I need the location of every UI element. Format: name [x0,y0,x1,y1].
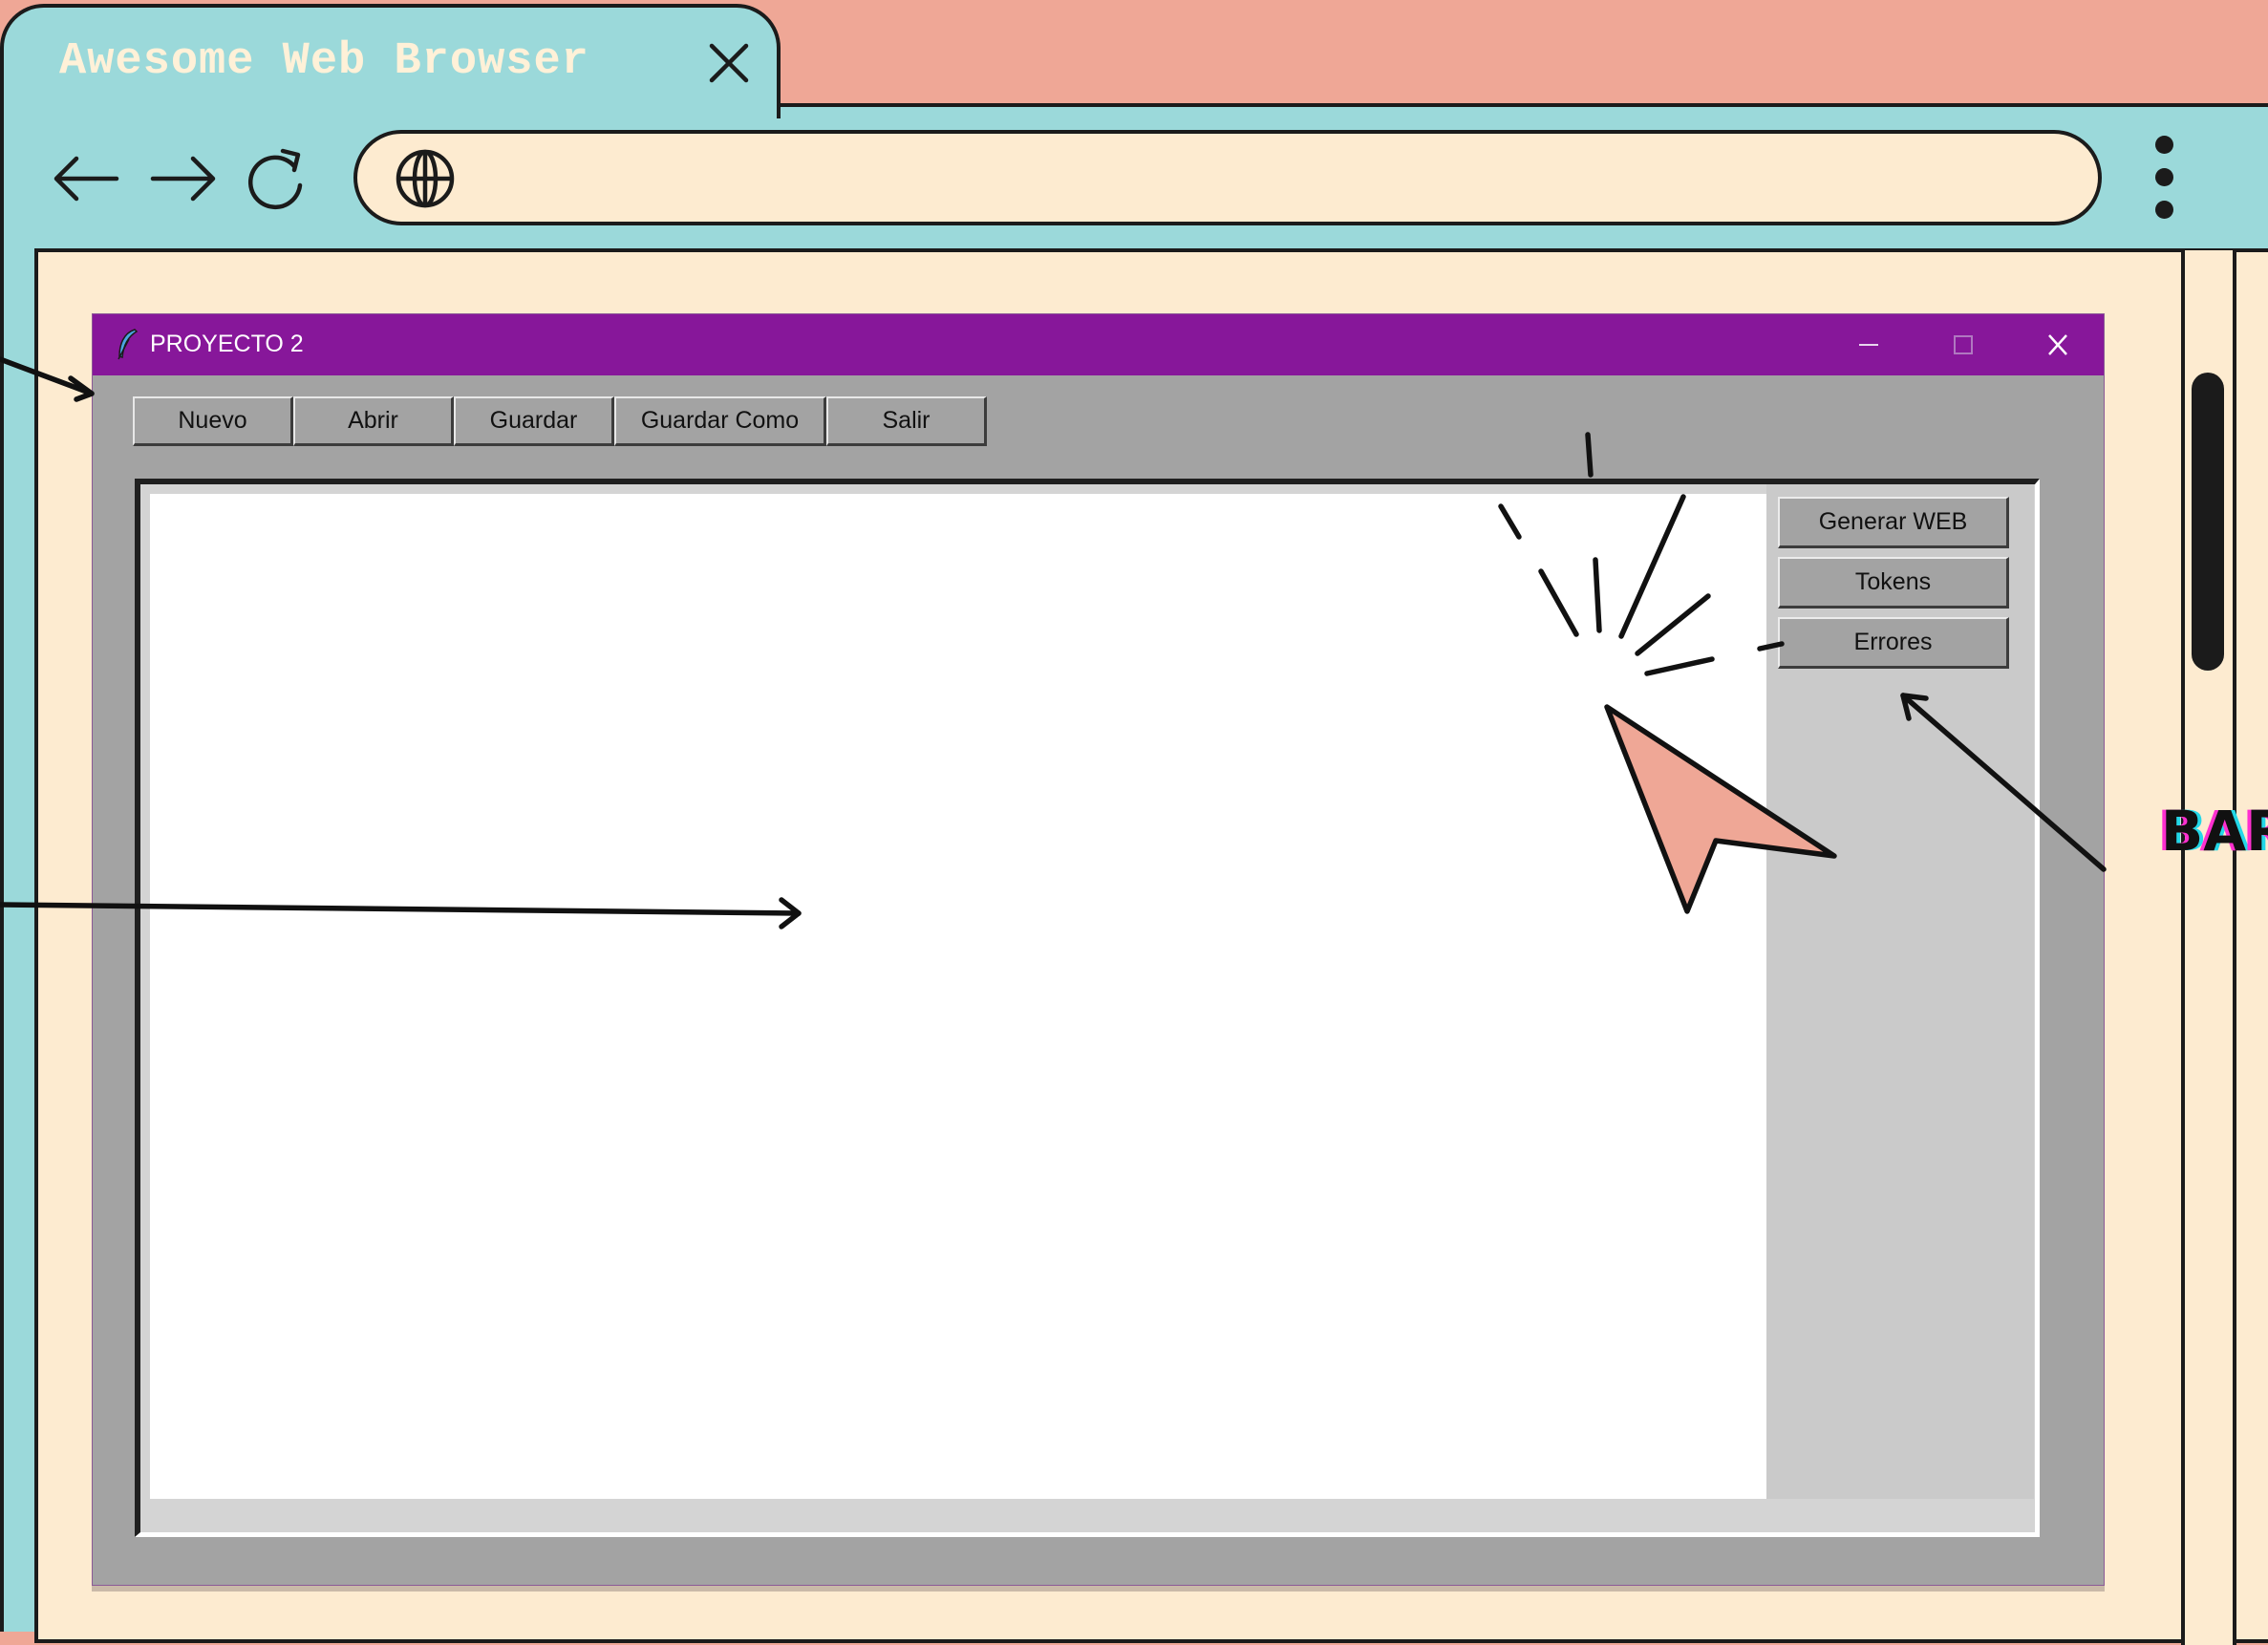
code-editor-textarea[interactable] [150,494,1766,1499]
kebab-menu-icon[interactable] [2150,136,2178,222]
guardar-button[interactable]: Guardar [454,396,614,446]
scrollbar-thumb[interactable] [2192,373,2224,671]
tab-title: Awesome Web Browser [59,36,589,87]
globe-icon [396,149,455,208]
minimize-icon[interactable] [1840,328,1897,362]
errores-button[interactable]: Errores [1778,617,2009,669]
side-annotation-label: BAR [2161,799,2268,864]
nuevo-button[interactable]: Nuevo [133,396,293,446]
app-titlebar[interactable]: PROYECTO 2 [93,314,2104,375]
arrow-right-icon[interactable] [149,153,218,204]
window-close-icon[interactable] [2029,328,2086,362]
address-bar[interactable] [353,130,2102,225]
editor-frame: Generar WEB Tokens Errores [135,479,2040,1537]
app-window: PROYECTO 2 Nuevo Abrir Guardar Guardar C… [92,313,2105,1586]
close-icon[interactable] [706,40,752,86]
tokens-button[interactable]: Tokens [1778,557,2009,609]
app-title: PROYECTO 2 [150,331,304,357]
taskbar-strip [92,1586,2105,1592]
reload-icon[interactable] [245,143,308,210]
feather-icon [118,329,139,360]
arrow-left-icon[interactable] [52,153,120,204]
side-button-panel: Generar WEB Tokens Errores [1766,484,2034,1499]
guardar-como-button[interactable]: Guardar Como [614,396,826,446]
generar-web-button[interactable]: Generar WEB [1778,497,2009,548]
maximize-icon[interactable] [1935,328,1992,362]
app-toolbar: Nuevo Abrir Guardar Guardar Como Salir [133,396,987,446]
salir-button[interactable]: Salir [826,396,987,446]
abrir-button[interactable]: Abrir [293,396,454,446]
